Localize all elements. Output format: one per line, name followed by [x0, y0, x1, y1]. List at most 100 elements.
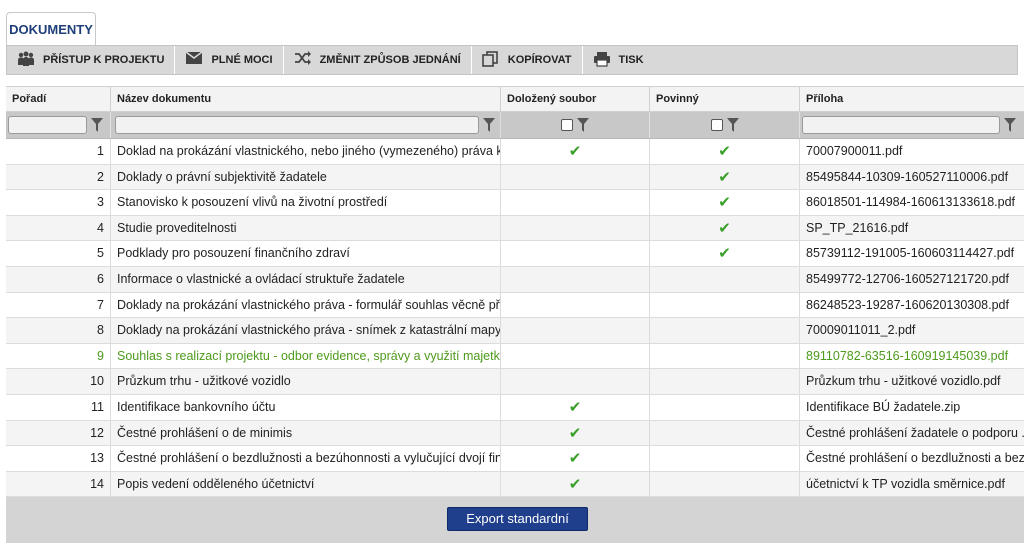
envelope-icon [185, 51, 203, 69]
cell-order: 13 [6, 446, 111, 471]
change-acting-button[interactable]: ZMĚNIT ZPŮSOB JEDNÁNÍ [284, 46, 472, 74]
cell-attached-file [501, 241, 650, 266]
cell-attached-file: ✔ [501, 471, 650, 497]
cell-attached-file [501, 343, 650, 369]
cell-required [650, 394, 800, 420]
filter-row [6, 112, 1024, 139]
people-icon [17, 51, 35, 69]
cell-document-name: Čestné prohlášení o de minimis [111, 420, 501, 446]
check-icon: ✔ [718, 194, 731, 212]
cell-order: 12 [6, 420, 111, 446]
change-acting-label: ZMĚNIT ZPŮSOB JEDNÁNÍ [319, 54, 461, 66]
cell-attachment: 85499772-12706-160527121720.pdf [806, 271, 1009, 286]
cell-required [650, 420, 800, 446]
copy-button[interactable]: KOPÍROVAT [472, 46, 583, 74]
table-row[interactable]: 6 Informace o vlastnické a ovládací struk… [6, 266, 1024, 293]
cell-required [650, 343, 800, 369]
access-project-button[interactable]: PŘÍSTUP K PROJEKTU [7, 46, 176, 74]
header-required[interactable]: Povinný [650, 87, 800, 111]
cell-attachment: Čestné prohlášení o bezdlužnosti a bez..… [806, 451, 1024, 466]
filter-cell-required [650, 112, 800, 138]
table-row[interactable]: 13 Čestné prohlášení o bezdlužnosti a bez… [6, 446, 1024, 472]
cell-required [650, 369, 800, 394]
cell-order: 7 [6, 292, 111, 318]
print-button[interactable]: TISK [583, 46, 654, 74]
filter-required-checkbox[interactable] [710, 119, 723, 131]
cell-document-name: Doklady o právní subjektivitě žadatele [111, 164, 501, 190]
export-standard-button[interactable]: Export standardní [447, 507, 588, 531]
cell-required [650, 318, 800, 343]
funnel-icon[interactable] [483, 118, 495, 132]
cell-document-name: Čestné prohlášení o bezdlužnosti a bezúh… [111, 446, 501, 471]
cell-order: 11 [6, 394, 111, 420]
table-row[interactable]: 10 Průzkum trhu - užitkové vozidlo Průzkum… [6, 369, 1024, 395]
cell-attachment: 86248523-19287-160620130308.pdf [806, 297, 1009, 312]
table-row[interactable]: 8 Doklady na prokázání vlastnického práva… [6, 318, 1024, 344]
table-row[interactable]: 3 Stanovisko k posouzení vlivů na životní… [6, 190, 1024, 216]
cell-attachment: 70009011011_2.pdf [806, 323, 916, 338]
cell-document-name: Doklady na prokázání vlastnického práva … [111, 318, 501, 343]
table-row[interactable]: 14 Popis vedení odděleného účetnictví ✔ úče… [6, 471, 1024, 498]
cell-required [650, 292, 800, 318]
cell-required [650, 471, 800, 497]
cell-order: 10 [6, 369, 111, 394]
cell-document-name: Stanovisko k posouzení vlivů na životní … [111, 190, 501, 215]
check-icon: ✔ [718, 219, 731, 237]
cell-attached-file [501, 266, 650, 292]
header-order[interactable]: Pořadí [6, 87, 111, 111]
table-row[interactable]: 1 Doklad na prokázání vlastnického, nebo … [6, 139, 1024, 165]
cell-document-name: Doklad na prokázání vlastnického, nebo j… [111, 139, 501, 164]
cell-attachment: Čestné prohlášení žadatele o podporu ... [806, 425, 1024, 440]
cell-required [650, 446, 800, 471]
cell-attachment: účetnictví k TP vozidla směrnice.pdf [806, 476, 1005, 491]
tab-dokumenty[interactable]: DOKUMENTY [6, 12, 96, 46]
cell-document-name: Studie proveditelnosti [111, 215, 501, 241]
header-document-name[interactable]: Název dokumentu [111, 87, 501, 111]
filter-name-input[interactable] [115, 116, 479, 134]
documents-table: Pořadí Název dokumentu Doložený soubor P… [6, 86, 1024, 498]
table-row[interactable]: 5 Podklady pro posouzení finančního zdrav… [6, 241, 1024, 267]
table-row[interactable]: 11 Identifikace bankovního účtu ✔ Identifik… [6, 394, 1024, 421]
table-row[interactable]: 2 Doklady o právní subjektivitě žadatele ✔… [6, 164, 1024, 191]
funnel-icon[interactable] [577, 118, 589, 132]
check-icon: ✔ [568, 424, 582, 442]
filter-attachment-input[interactable] [802, 116, 1000, 134]
table-row[interactable]: 12 Čestné prohlášení o de minimis ✔ Čestné … [6, 420, 1024, 447]
cell-order: 14 [6, 471, 111, 497]
cell-attached-file [501, 318, 650, 343]
check-icon: ✔ [718, 245, 731, 263]
cell-attached-file [501, 292, 650, 318]
tab-bar: DOKUMENTY [0, 0, 1024, 46]
check-icon: ✔ [718, 168, 731, 186]
header-attached-file[interactable]: Doložený soubor [501, 87, 650, 111]
cell-attached-file [501, 215, 650, 241]
check-icon: ✔ [568, 143, 582, 160]
header-attachment[interactable]: Příloha [800, 87, 1024, 111]
toolbar: PŘÍSTUP K PROJEKTU PLNÉ MOCI ZMĚNIT ZPŮS… [6, 45, 1018, 75]
cell-attached-file [501, 369, 650, 394]
power-of-attorney-button[interactable]: PLNÉ MOCI [175, 46, 284, 74]
cell-document-name: Doklady na prokázání vlastnického práva … [111, 292, 501, 318]
cell-document-name: Souhlas s realizací projektu - odbor evi… [111, 343, 501, 369]
check-icon: ✔ [568, 398, 582, 416]
funnel-icon[interactable] [726, 118, 739, 132]
cell-order: 6 [6, 266, 111, 292]
shuffle-icon [294, 51, 312, 69]
cell-order: 1 [6, 139, 111, 164]
funnel-icon[interactable] [1004, 118, 1016, 132]
cell-attachment: 70007900011.pdf [806, 144, 903, 158]
table-row[interactable]: 7 Doklady na prokázání vlastnického práva… [6, 292, 1024, 319]
footer-bar: Export standardní [6, 497, 1024, 543]
table-row[interactable]: 4 Studie proveditelnosti ✔ SP_TP_21616.pdf [6, 215, 1024, 242]
cell-attached-file: ✔ [501, 420, 650, 446]
cell-required: ✔ [650, 190, 800, 215]
filter-file-checkbox[interactable] [561, 119, 573, 131]
table-row[interactable]: 9 Souhlas s realizací projektu - odbor ev… [6, 343, 1024, 370]
funnel-icon[interactable] [91, 118, 103, 132]
filter-cell-order [6, 112, 111, 138]
cell-attachment: 89110782-63516-160919145039.pdf [806, 348, 1009, 363]
check-icon: ✔ [718, 143, 731, 160]
filter-order-input[interactable] [8, 116, 87, 134]
cell-order: 8 [6, 318, 111, 343]
table-body: 1 Doklad na prokázání vlastnického, nebo … [6, 139, 1024, 498]
